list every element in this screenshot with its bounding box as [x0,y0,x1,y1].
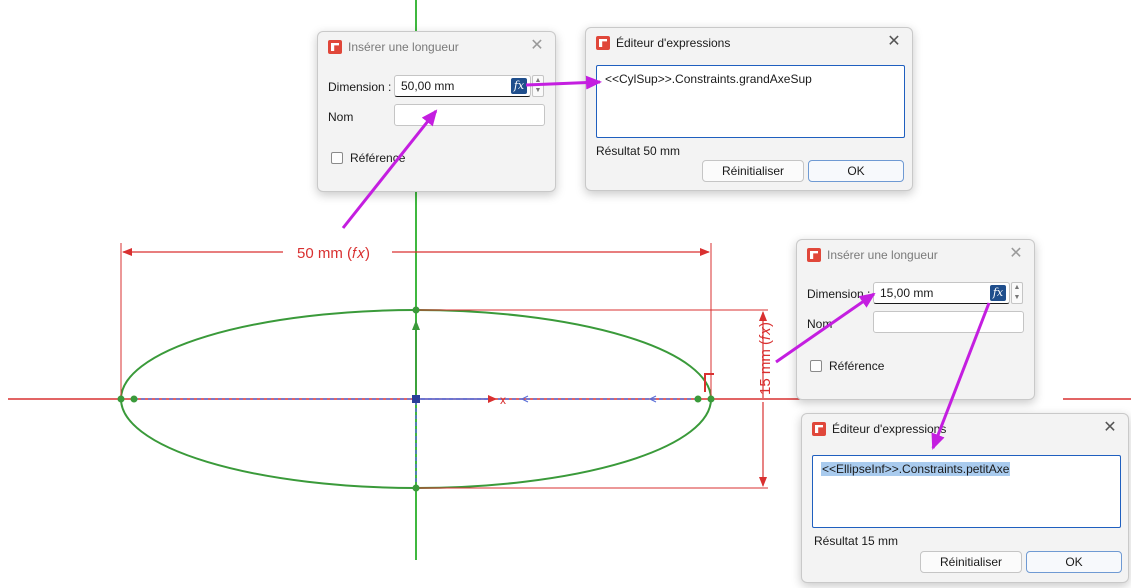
close-icon[interactable]: ✕ [1008,245,1024,263]
spin-down-icon[interactable]: ▼ [1012,293,1022,303]
dialog-titlebar[interactable]: Éditeur d'expressions ✕ [802,414,1128,444]
expression-editor-dialog-1: Éditeur d'expressions ✕ <<CylSup>>.Const… [585,27,913,191]
point-top-vertex[interactable] [412,306,420,314]
dim-horizontal-label[interactable]: 50 mm (𝑓𝑥) [297,245,370,262]
ok-button[interactable]: OK [808,160,904,182]
dimension-label: Dimension : [807,287,871,301]
result-label: Résultat 15 mm [814,534,899,548]
result-label: Résultat 50 mm [596,144,681,158]
dialog-titlebar[interactable]: Insérer une longueur ✕ [797,240,1034,270]
spin-up-icon[interactable]: ▲ [533,76,543,86]
name-input[interactable] [873,311,1024,333]
dialog-titlebar[interactable]: Éditeur d'expressions ✕ [586,28,912,58]
point-right-vertex[interactable] [707,395,715,403]
axis-arrowhead [488,395,497,403]
dimension-spinner[interactable]: ▲ ▼ [532,75,544,97]
point-left-focus[interactable] [130,395,138,403]
expression-text: <<EllipseInf>>.Constraints.petitAxe [821,462,1011,476]
reference-label: Référence [829,359,885,373]
close-icon[interactable]: ✕ [1102,419,1118,437]
expression-text: <<CylSup>>.Constraints.grandAxeSup [605,72,812,86]
minor-axis-arrowhead [412,320,420,330]
close-icon[interactable]: ✕ [529,37,545,55]
name-input[interactable] [394,104,545,126]
dialog-title: Insérer une longueur [348,40,459,54]
dialog-title: Éditeur d'expressions [832,422,947,436]
point-center[interactable] [412,395,420,403]
name-label: Nom [328,110,354,124]
app-logo-icon [596,36,610,50]
dialog-title: Éditeur d'expressions [616,36,731,50]
ok-button[interactable]: OK [1026,551,1122,573]
expression-textarea[interactable]: <<CylSup>>.Constraints.grandAxeSup [596,65,905,138]
dimension-label: Dimension : [328,80,392,94]
point-bottom-vertex[interactable] [412,484,420,492]
dialog-titlebar[interactable]: Insérer une longueur ✕ [318,32,555,62]
close-icon[interactable]: ✕ [886,33,902,51]
reference-checkbox[interactable] [331,152,343,164]
reset-button[interactable]: Réinitialiser [702,160,804,182]
name-label: Nom [807,317,833,331]
fx-button[interactable]: fx [511,78,527,94]
point-right-focus[interactable] [694,395,702,403]
axis-x-marker: x [500,393,506,407]
insert-length-dialog-2: Insérer une longueur ✕ Dimension : 15,00… [796,239,1035,400]
fx-button[interactable]: fx [990,285,1006,301]
dim-vertical-label[interactable]: 15 mm (𝑓𝑥) [757,322,774,395]
expression-editor-dialog-2: Éditeur d'expressions ✕ <<EllipseInf>>.C… [801,413,1129,583]
reference-label: Référence [350,151,406,165]
expression-textarea[interactable]: <<EllipseInf>>.Constraints.petitAxe [812,455,1121,528]
reset-button[interactable]: Réinitialiser [920,551,1022,573]
spin-down-icon[interactable]: ▼ [533,86,543,96]
app-logo-icon [328,40,342,54]
insert-length-dialog-1: Insérer une longueur ✕ Dimension : 50,00… [317,31,556,192]
app-logo-icon [812,422,826,436]
reference-checkbox[interactable] [810,360,822,372]
app-logo-icon [807,248,821,262]
dialog-title: Insérer une longueur [827,248,938,262]
dimension-spinner[interactable]: ▲ ▼ [1011,282,1023,304]
spin-up-icon[interactable]: ▲ [1012,283,1022,293]
point-left-vertex[interactable] [117,395,125,403]
